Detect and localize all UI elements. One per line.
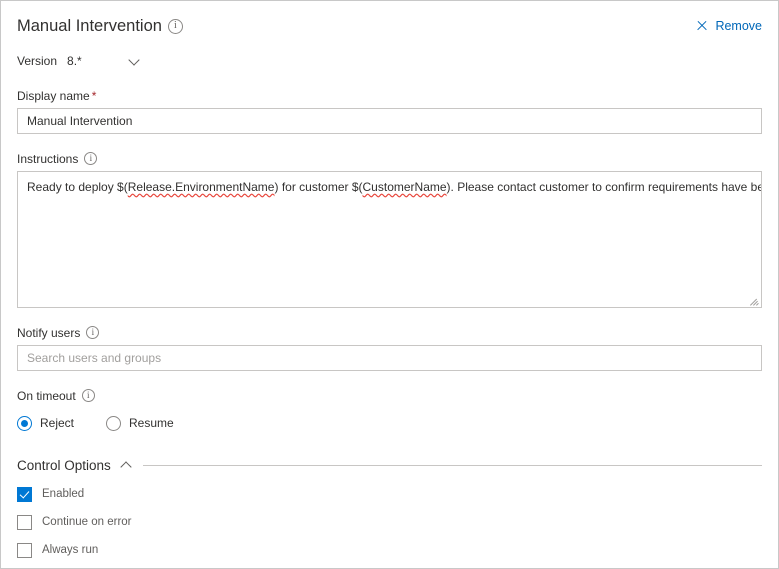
page-title: Manual Intervention — [17, 17, 162, 35]
instructions-textarea[interactable]: Ready to deploy $(Release.EnvironmentNam… — [17, 171, 762, 308]
instructions-label-text: Instructions — [17, 152, 79, 166]
instructions-label: Instructions — [17, 151, 762, 167]
close-x-icon — [696, 20, 708, 32]
display-name-label: Display name * — [17, 88, 762, 104]
version-value: 8.* — [67, 54, 82, 68]
display-name-label-text: Display name — [17, 89, 90, 103]
on-timeout-label: On timeout — [17, 388, 762, 404]
instructions-variable-release-environment: Release.EnvironmentName — [127, 180, 275, 194]
instructions-field: Instructions Ready to deploy $(Release.E… — [17, 151, 762, 308]
remove-button[interactable]: Remove — [696, 19, 762, 33]
required-marker: * — [91, 89, 97, 103]
checkbox-label-enabled: Enabled — [42, 488, 85, 500]
on-timeout-label-text: On timeout — [17, 389, 76, 403]
panel-header: Manual Intervention Remove — [17, 1, 762, 39]
control-options-title: Control Options — [17, 457, 111, 473]
resize-grip-icon[interactable] — [750, 296, 759, 306]
display-name-field: Display name * — [17, 88, 762, 134]
control-options-header[interactable]: Control Options — [17, 455, 762, 475]
task-editor-panel: Manual Intervention Remove Version 8.* D… — [0, 0, 779, 569]
checkbox-continue-on-error[interactable]: Continue on error — [17, 513, 762, 531]
radio-label-reject: Reject — [40, 416, 75, 430]
instructions-text: Ready to deploy $(Release.EnvironmentNam… — [18, 172, 761, 195]
instructions-text-part1: Ready to deploy $( — [27, 180, 128, 194]
checkbox-enabled[interactable]: Enabled — [17, 485, 762, 503]
notify-users-input[interactable] — [17, 345, 762, 371]
checkbox-always-run[interactable]: Always run — [17, 541, 762, 559]
radio-label-resume: Resume — [129, 416, 174, 430]
checkbox-label-continue-on-error: Continue on error — [42, 516, 132, 528]
section-divider — [142, 464, 762, 466]
control-options-checkbox-group: Enabled Continue on error Always run — [17, 485, 762, 559]
notify-users-field: Notify users — [17, 325, 762, 371]
info-circle-icon[interactable] — [167, 18, 183, 34]
radio-option-resume[interactable]: Resume — [106, 415, 174, 431]
on-timeout-radio-group: Reject Resume — [17, 413, 762, 433]
chevron-down-icon[interactable] — [129, 55, 141, 67]
radio-indicator-resume — [106, 415, 122, 431]
info-circle-icon[interactable] — [84, 152, 98, 165]
checkbox-indicator-continue-on-error — [17, 514, 32, 530]
checkbox-indicator-enabled — [17, 486, 32, 502]
radio-indicator-reject — [17, 415, 32, 431]
remove-button-label: Remove — [715, 19, 762, 33]
notify-users-label-text: Notify users — [17, 326, 81, 340]
display-name-input[interactable] — [17, 108, 762, 134]
checkbox-indicator-always-run — [17, 542, 32, 558]
chevron-up-icon[interactable] — [121, 459, 133, 471]
notify-users-label: Notify users — [17, 325, 762, 341]
instructions-text-part3: ). Please contact customer to confirm re… — [446, 180, 761, 194]
info-circle-icon[interactable] — [86, 326, 100, 339]
info-circle-icon[interactable] — [81, 389, 95, 402]
instructions-text-part2: ) for customer $( — [274, 180, 363, 194]
version-row: Version 8.* — [17, 51, 762, 71]
radio-option-reject[interactable]: Reject — [17, 415, 75, 431]
checkbox-label-always-run: Always run — [42, 544, 99, 556]
instructions-variable-customer-name: CustomerName — [362, 180, 447, 194]
on-timeout-field: On timeout Reject Resume — [17, 388, 762, 433]
version-label: Version — [17, 54, 58, 68]
